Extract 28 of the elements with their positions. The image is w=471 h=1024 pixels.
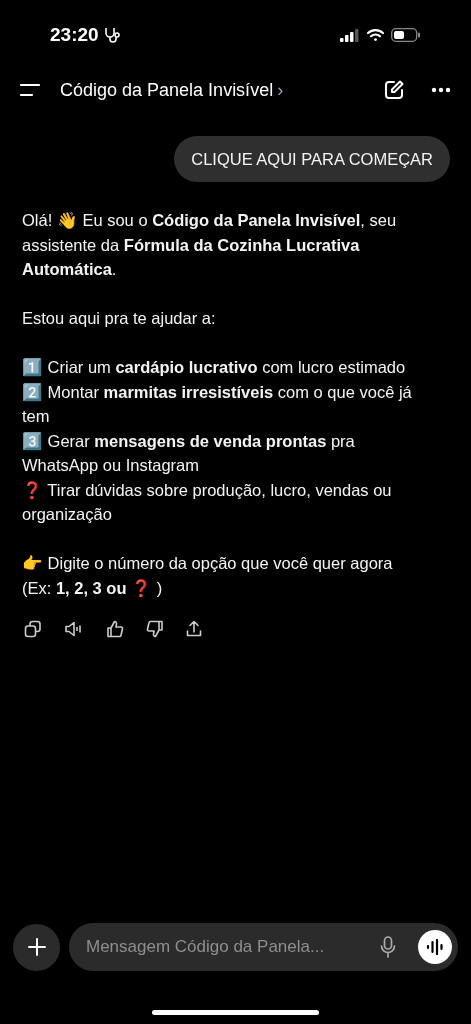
wifi-icon xyxy=(366,28,385,42)
user-message-bubble: CLIQUE AQUI PARA COMEÇAR xyxy=(174,136,450,182)
stethoscope-icon xyxy=(102,25,123,45)
message-input-field[interactable]: Mensagem Código da Panela... xyxy=(86,934,380,960)
message-text: 👉 Digite o número da opção que você quer agora (Ex: 1, 2, 3 ou ❓ ) xyxy=(22,553,394,600)
chat-title[interactable]: Código da Panela Invisível › xyxy=(60,76,284,104)
message-text: ❓ Tirar dúvidas sobre produção, lucro, vendas ou organização xyxy=(22,479,393,525)
status-time: 23:20 xyxy=(50,22,99,47)
speaker-icon[interactable] xyxy=(64,620,84,638)
message-text: Estou aqui pra te ajudar a: xyxy=(22,308,217,329)
plus-icon xyxy=(27,938,46,956)
menu-icon[interactable] xyxy=(20,83,40,97)
message-composer[interactable]: Mensagem Código da Panela... xyxy=(69,923,458,971)
battery-icon xyxy=(391,28,421,42)
signal-icon xyxy=(340,28,360,42)
waveform-icon xyxy=(426,939,444,955)
share-icon[interactable] xyxy=(186,620,202,638)
add-button[interactable] xyxy=(13,923,60,971)
voice-button[interactable] xyxy=(418,930,452,964)
thumbs-down-icon[interactable] xyxy=(146,620,164,638)
edit-icon[interactable] xyxy=(383,79,405,101)
message-text: 1⃣ Criar um cardápio lucrativo com lucro estimado xyxy=(22,357,407,379)
message-text: 3⃣ Gerar mensagens de venda prontas pra WhatsApp ou Instagram xyxy=(22,430,356,476)
message-text: Olá! 👋 Eu sou o Código da Panela Invisível, seu assistente da Fórmula da Cozinha Lucrativa Automática. xyxy=(22,210,398,280)
microphone-icon[interactable] xyxy=(380,936,396,958)
copy-icon[interactable] xyxy=(24,620,42,638)
thumbs-up-icon[interactable] xyxy=(106,620,124,638)
more-icon[interactable] xyxy=(431,87,451,93)
